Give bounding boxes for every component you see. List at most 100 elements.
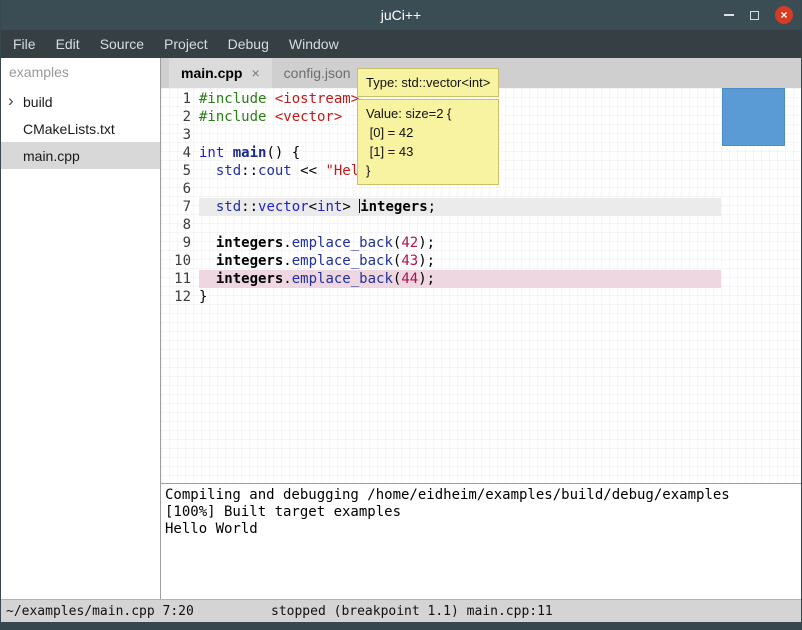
tab-label: config.json (284, 65, 351, 81)
token: std (216, 199, 241, 215)
token: ; (428, 199, 436, 215)
code-text[interactable]: integers.emplace_back(42); (199, 234, 721, 252)
code-line-10: 10 integers.emplace_back(43); (161, 252, 721, 270)
scroll-overview[interactable] (721, 88, 801, 483)
token: integers (360, 199, 427, 215)
token (224, 145, 232, 161)
tree-item-label: build (23, 94, 53, 110)
tab-main.cpp[interactable]: main.cpp × (169, 58, 272, 88)
token: "Hel (325, 163, 359, 179)
token: () { (266, 145, 300, 161)
statusbar: ~/examples/main.cpp 7:20 stopped (breakp… (1, 599, 801, 622)
code-text[interactable]: } (199, 288, 721, 306)
token: emplace_back (292, 253, 393, 269)
menu-edit[interactable]: Edit (46, 31, 90, 57)
code-line-7: 7 std::vector<int> integers; (161, 198, 721, 216)
token: integers (216, 235, 283, 251)
tooltip-type-box: Type: std::vector<int> (357, 68, 499, 97)
tree-item-build[interactable]: › build (1, 88, 160, 115)
menu-debug[interactable]: Debug (218, 31, 279, 57)
cursor-location: ~/examples/main.cpp 7:20 (6, 604, 194, 619)
titlebar[interactable]: juCi++ × (1, 0, 801, 30)
window-title: juCi++ (1, 7, 801, 23)
code-text[interactable]: integers.emplace_back(43); (199, 252, 721, 270)
token: #include (199, 91, 275, 107)
token: . (283, 253, 291, 269)
tab-close-icon[interactable]: × (251, 65, 259, 81)
tree-item-main.cpp[interactable]: main.cpp (1, 142, 160, 169)
token: int (199, 145, 224, 161)
tab-label: main.cpp (181, 65, 242, 81)
token: <vector> (275, 109, 342, 125)
menubar: FileEditSourceProjectDebugWindow (1, 30, 801, 58)
token (199, 163, 216, 179)
line-number[interactable]: 6 (161, 180, 199, 198)
code-line-9: 9 integers.emplace_back(42); (161, 234, 721, 252)
menu-file[interactable]: File (3, 31, 46, 57)
scroll-thumb[interactable] (722, 88, 785, 146)
token: :: (241, 199, 258, 215)
token: main (233, 145, 267, 161)
line-number[interactable]: 9 (161, 234, 199, 252)
window-controls: × (724, 0, 793, 30)
expander-icon[interactable]: › (8, 91, 14, 111)
token: int (317, 199, 342, 215)
tooltip-value-box: Value: size=2 { [0] = 42 [1] = 43} (357, 99, 499, 185)
debug-status: stopped (breakpoint 1.1) main.cpp:11 (271, 604, 553, 619)
code-text[interactable]: std::vector<int> integers; (199, 198, 721, 216)
output-terminal[interactable]: Compiling and debugging /home/eidheim/ex… (161, 483, 801, 599)
token: . (283, 271, 291, 287)
token (199, 235, 216, 251)
token: integers (216, 271, 283, 287)
token: integers (216, 253, 283, 269)
tooltip-value-line: } (366, 161, 490, 180)
tooltip-value-line: [1] = 43 (366, 142, 490, 161)
line-number[interactable]: 5 (161, 162, 199, 180)
token: 42 (401, 235, 418, 251)
token: emplace_back (292, 271, 393, 287)
menu-project[interactable]: Project (154, 31, 218, 57)
line-number[interactable]: 11 (161, 270, 199, 288)
tree-item-label: main.cpp (23, 148, 80, 164)
menu-window[interactable]: Window (279, 31, 349, 57)
token: cout (258, 163, 292, 179)
token: ); (418, 235, 435, 251)
code-text[interactable]: integers.emplace_back(44); (199, 270, 721, 288)
token: vector (258, 199, 309, 215)
code-text[interactable] (199, 216, 721, 234)
token: ); (418, 271, 435, 287)
line-number[interactable]: 7 (161, 198, 199, 216)
minimize-icon[interactable] (724, 14, 734, 16)
terminal-line: [100%] Built target examples (165, 504, 797, 521)
token: #include (199, 109, 275, 125)
token: > (342, 199, 359, 215)
token: std (216, 163, 241, 179)
token: emplace_back (292, 235, 393, 251)
token: 43 (401, 253, 418, 269)
line-number[interactable]: 8 (161, 216, 199, 234)
line-number[interactable]: 12 (161, 288, 199, 306)
line-number[interactable]: 1 (161, 90, 199, 108)
tree-item-label: CMakeLists.txt (23, 121, 115, 137)
token (199, 271, 216, 287)
line-number[interactable]: 3 (161, 126, 199, 144)
token: . (283, 235, 291, 251)
token: } (199, 289, 207, 305)
restore-icon[interactable] (750, 11, 759, 20)
terminal-line: Compiling and debugging /home/eidheim/ex… (165, 487, 797, 504)
token: ); (418, 253, 435, 269)
code-line-8: 8 (161, 216, 721, 234)
line-number[interactable]: 2 (161, 108, 199, 126)
close-icon[interactable]: × (775, 6, 793, 24)
menu-source[interactable]: Source (90, 31, 154, 57)
token: << (292, 163, 326, 179)
line-number[interactable]: 4 (161, 144, 199, 162)
tooltip-value-line: Value: size=2 { (366, 104, 490, 123)
juci-window: juCi++ × FileEditSourceProjectDebugWindo… (0, 0, 802, 630)
token: :: (241, 163, 258, 179)
line-number[interactable]: 10 (161, 252, 199, 270)
terminal-line: Hello World (165, 521, 797, 538)
token (199, 253, 216, 269)
code-line-11: 11 integers.emplace_back(44); (161, 270, 721, 288)
tree-item-cmakelists.txt[interactable]: CMakeLists.txt (1, 115, 160, 142)
